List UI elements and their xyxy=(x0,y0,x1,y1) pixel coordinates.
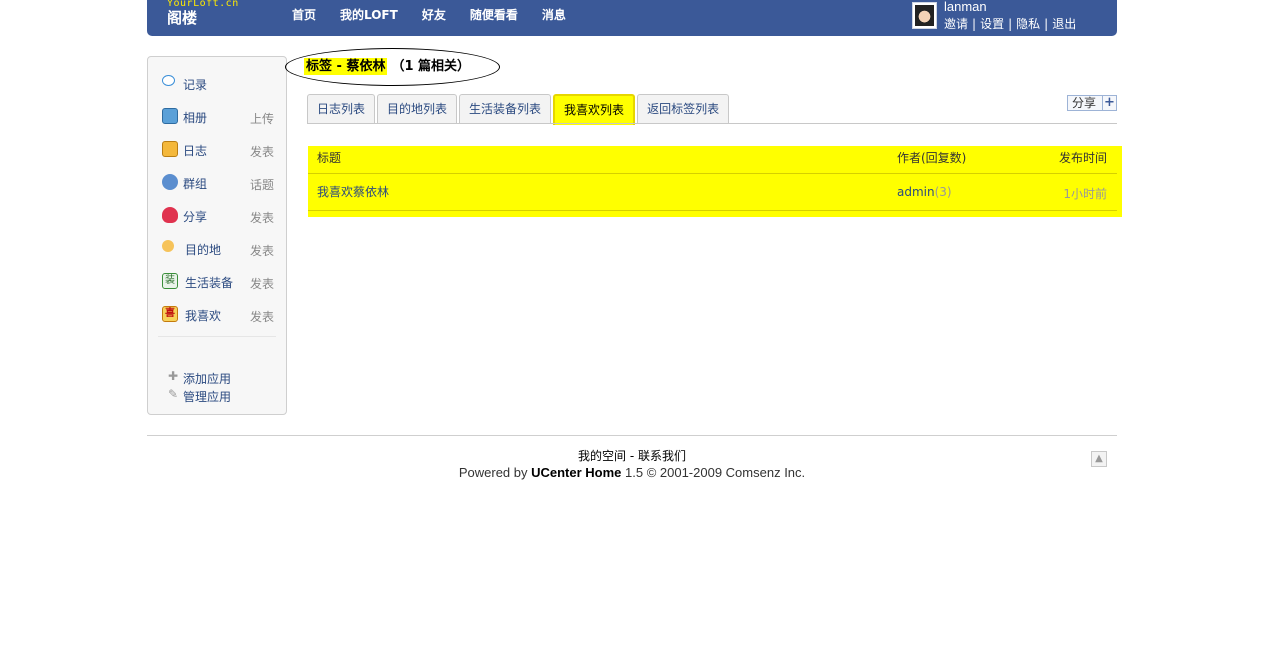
related-count: （1 篇相关） xyxy=(391,59,471,74)
powered-suffix: 1.5 © 2001-2009 Comsenz Inc. xyxy=(621,465,806,480)
column-time: 发布时间 xyxy=(1058,151,1107,165)
post-destination-link[interactable]: 发表 xyxy=(250,242,274,259)
column-title: 标题 xyxy=(317,151,342,165)
powered-by: Powered by UCenter Home 1.5 © 2001-2009 … xyxy=(0,465,1264,480)
sidebar-item-like[interactable]: 喜 我喜欢 发表 xyxy=(162,306,274,326)
heart-icon xyxy=(162,207,178,223)
nav-browse[interactable]: 随便看看 xyxy=(470,7,518,23)
menu-separator: | xyxy=(1008,17,1013,31)
reply-count: (3) xyxy=(934,185,952,199)
my-space-link[interactable]: 我的空间 xyxy=(578,449,626,463)
settings-link[interactable]: 设置 xyxy=(980,17,1004,31)
sidebar-item-gear[interactable]: 装 生活装备 发表 xyxy=(162,273,274,293)
footer-divider xyxy=(147,435,1117,436)
table-header: 标题 作者(回复数) 发布时间 xyxy=(308,146,1117,174)
destination-icon xyxy=(162,240,174,252)
nav-friends[interactable]: 好友 xyxy=(422,7,446,23)
sidebar-item-label: 日志 xyxy=(183,144,208,158)
logo-title: 阁楼 xyxy=(167,9,198,27)
sidebar-item-label: 记录 xyxy=(183,78,208,92)
gear-icon: 装 xyxy=(162,273,178,289)
sidebar-item-share[interactable]: 分享 发表 xyxy=(162,207,274,227)
top-header: YourLoft.cn 阁楼 首页 我的LOFT 好友 随便看看 消息 lanm… xyxy=(147,0,1117,36)
row-time: 1小时前 xyxy=(1063,187,1107,201)
tab-gear-list[interactable]: 生活装备列表 xyxy=(459,94,552,124)
column-author: 作者(回复数) xyxy=(897,151,967,165)
tab-like-list[interactable]: 我喜欢列表 xyxy=(553,94,636,125)
notebook-icon xyxy=(162,141,178,157)
nav-my-loft[interactable]: 我的LOFT xyxy=(340,7,398,23)
like-icon: 喜 xyxy=(162,306,178,322)
manage-app-label: 管理应用 xyxy=(183,390,232,404)
logout-link[interactable]: 退出 xyxy=(1052,17,1076,31)
menu-separator: | xyxy=(972,17,977,31)
sidebar-item-label: 目的地 xyxy=(185,243,222,257)
tag-title: 标签 - 蔡依林 xyxy=(304,58,388,75)
upload-link[interactable]: 上传 xyxy=(250,110,274,127)
tab-back-to-tags[interactable]: 返回标签列表 xyxy=(637,94,730,124)
logo-domain: YourLoft.cn xyxy=(167,0,239,9)
post-blog-link[interactable]: 发表 xyxy=(250,143,274,160)
sidebar-item-group[interactable]: 群组 话题 xyxy=(162,174,274,194)
powered-brand: UCenter Home xyxy=(531,465,622,480)
sidebar-item-label: 分享 xyxy=(183,210,208,224)
plus-icon: + xyxy=(1102,96,1116,110)
menu-separator: | xyxy=(1044,17,1049,31)
sidebar-item-blog[interactable]: 日志 发表 xyxy=(162,141,274,161)
row-title-link[interactable]: 我喜欢蔡依林 xyxy=(317,183,389,200)
post-share-link[interactable]: 发表 xyxy=(250,209,274,226)
site-logo[interactable]: YourLoft.cn 阁楼 xyxy=(167,0,239,27)
sidebar-item-label: 生活装备 xyxy=(185,276,234,290)
share-button[interactable]: 分享 + xyxy=(1067,95,1117,111)
nav-home[interactable]: 首页 xyxy=(292,7,316,23)
row-author: admin(3) xyxy=(897,185,952,199)
table-row: 我喜欢蔡依林 admin(3) 1小时前 xyxy=(308,174,1117,211)
privacy-link[interactable]: 隐私 xyxy=(1016,17,1040,31)
wrench-icon: ✎ xyxy=(168,387,179,401)
sidebar-item-label: 相册 xyxy=(183,111,208,125)
sidebar-item-record[interactable]: 记录 xyxy=(162,75,274,95)
speech-bubble-icon xyxy=(162,75,175,86)
tab-blog-list[interactable]: 日志列表 xyxy=(307,94,376,124)
avatar-face-icon xyxy=(915,5,934,26)
post-gear-link[interactable]: 发表 xyxy=(250,275,274,292)
invite-link[interactable]: 邀请 xyxy=(944,17,968,31)
app-sidebar: 记录 相册 上传 日志 发表 群组 话题 分享 发表 目的地 发表 装 生活装备… xyxy=(147,56,287,415)
sidebar-item-label: 群组 xyxy=(183,177,208,191)
tab-destination-list[interactable]: 目的地列表 xyxy=(377,94,458,124)
sidebar-item-destination[interactable]: 目的地 发表 xyxy=(162,240,274,260)
add-app-label: 添加应用 xyxy=(183,372,232,386)
contact-link[interactable]: 联系我们 xyxy=(638,449,686,463)
sidebar-item-album[interactable]: 相册 上传 xyxy=(162,108,274,128)
footer-links: 我的空间 - 联系我们 xyxy=(578,449,686,463)
sidebar-item-label: 我喜欢 xyxy=(185,309,222,323)
avatar[interactable] xyxy=(912,2,937,29)
tab-bar: 日志列表 目的地列表 生活装备列表 我喜欢列表 返回标签列表 xyxy=(307,94,731,125)
people-icon xyxy=(162,174,178,190)
plus-icon: ✚ xyxy=(168,369,179,383)
username[interactable]: lanman xyxy=(944,0,987,14)
share-label: 分享 xyxy=(1072,96,1097,110)
topic-link[interactable]: 话题 xyxy=(250,176,274,193)
back-to-top-icon[interactable]: ▲ xyxy=(1091,451,1107,467)
post-like-link[interactable]: 发表 xyxy=(250,308,274,325)
tab-underline xyxy=(307,123,1117,124)
user-menu: 邀请 | 设置 | 隐私 | 退出 xyxy=(944,15,1076,32)
powered-prefix: Powered by xyxy=(458,465,532,480)
photo-album-icon xyxy=(162,108,178,124)
page-title: 标签 - 蔡依林 （1 篇相关） xyxy=(304,55,471,75)
sidebar-divider xyxy=(158,336,276,337)
main-nav: 首页 我的LOFT 好友 随便看看 消息 xyxy=(292,7,590,23)
results-table: 标题 作者(回复数) 发布时间 我喜欢蔡依林 admin(3) 1小时前 xyxy=(308,146,1122,217)
author-link[interactable]: admin xyxy=(897,185,935,199)
nav-messages[interactable]: 消息 xyxy=(542,7,566,23)
